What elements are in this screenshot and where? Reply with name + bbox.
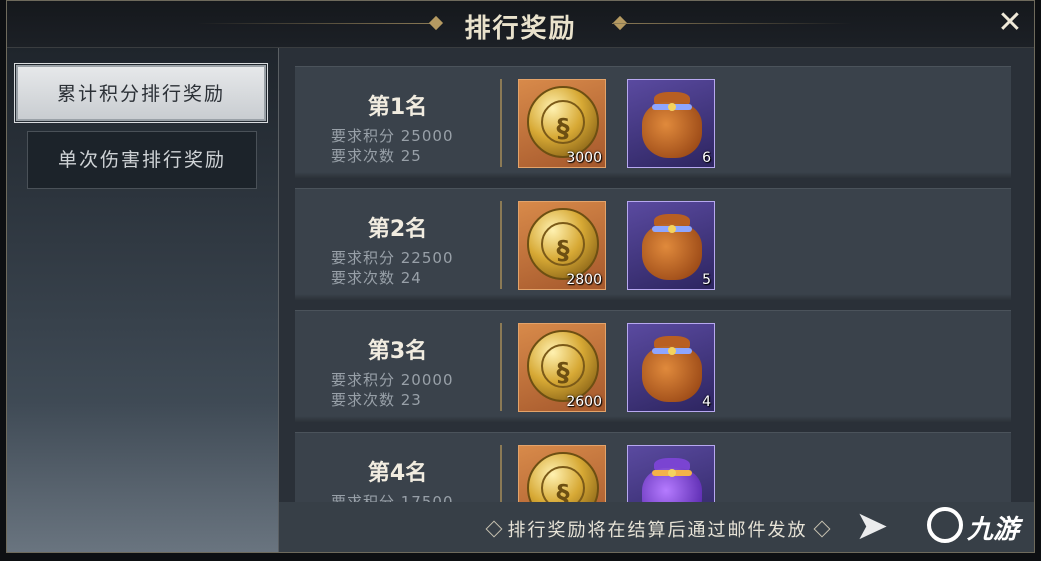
reward-count: 2800: [566, 272, 602, 288]
divider: [500, 201, 502, 289]
rank-row: 第2名 要求积分 22500 要求次数 24 § 2800 5: [295, 188, 1011, 300]
window-title: 排行奖励: [464, 14, 577, 44]
gold-dragon-coin-icon: §: [527, 330, 599, 402]
divider: [500, 445, 502, 502]
rank-title: 第1名: [367, 95, 428, 120]
reward-window: 排行奖励 ✕ 累计积分排行奖励 单次伤害排行奖励 第1名 要求积分 25000 …: [6, 0, 1035, 553]
gold-dragon-coin-icon: §: [527, 86, 599, 158]
diamond-ornament-icon: [485, 520, 502, 538]
window-header: 排行奖励 ✕: [7, 1, 1034, 48]
required-times: 要求次数 23: [331, 391, 422, 409]
divider: [500, 323, 502, 411]
rank-row: 第1名 要求积分 25000 要求次数 25 § 3000 6: [295, 66, 1011, 178]
gold-dragon-coin-icon: §: [527, 452, 599, 502]
reward-count: 5: [702, 272, 711, 288]
reward-item-pouch[interactable]: 5: [627, 201, 715, 290]
reward-item-pouch[interactable]: 6: [627, 79, 715, 168]
required-points: 要求积分 17500: [331, 493, 454, 502]
required-points: 要求积分 20000: [331, 371, 454, 389]
reward-notice-bar: 排行奖励将在结算后通过邮件发放: [279, 502, 1034, 552]
tab-cumulative-points-reward[interactable]: 累计积分排行奖励: [14, 63, 268, 123]
required-times: 要求次数 25: [331, 147, 422, 165]
required-points: 要求积分 22500: [331, 249, 454, 267]
reward-count: 2600: [566, 394, 602, 410]
reward-item-pouch[interactable]: 4: [627, 323, 715, 412]
reward-notice-text: 排行奖励将在结算后通过邮件发放: [507, 520, 808, 541]
reward-item-pouch[interactable]: [627, 445, 715, 502]
tab-single-damage-reward[interactable]: 单次伤害排行奖励: [27, 131, 257, 189]
rank-row: 第3名 要求积分 20000 要求次数 23 § 2600 4: [295, 310, 1011, 422]
reward-count: 6: [702, 150, 711, 166]
reward-item-coin[interactable]: § 3000: [518, 79, 606, 168]
required-times: 要求次数 24: [331, 269, 422, 287]
rank-row: 第4名 要求积分 17500 §: [295, 432, 1011, 502]
divider: [500, 79, 502, 167]
reward-count: 4: [702, 394, 711, 410]
category-sidebar: 累计积分排行奖励 单次伤害排行奖励: [7, 48, 279, 552]
reward-item-coin[interactable]: § 2800: [518, 201, 606, 290]
gold-dragon-coin-icon: §: [527, 208, 599, 280]
reward-count: 3000: [566, 150, 602, 166]
rank-reward-list[interactable]: 第1名 要求积分 25000 要求次数 25 § 3000 6 第2名 要求积分…: [295, 66, 1013, 502]
rank-title: 第4名: [367, 461, 428, 486]
reward-item-coin[interactable]: §: [518, 445, 606, 502]
rank-title: 第3名: [367, 339, 428, 364]
rank-title: 第2名: [367, 217, 428, 242]
title-ornament-right: [612, 23, 852, 24]
close-icon[interactable]: ✕: [994, 7, 1026, 39]
required-points: 要求积分 25000: [331, 127, 454, 145]
diamond-ornament-icon: [813, 520, 830, 538]
reward-item-coin[interactable]: § 2600: [518, 323, 606, 412]
